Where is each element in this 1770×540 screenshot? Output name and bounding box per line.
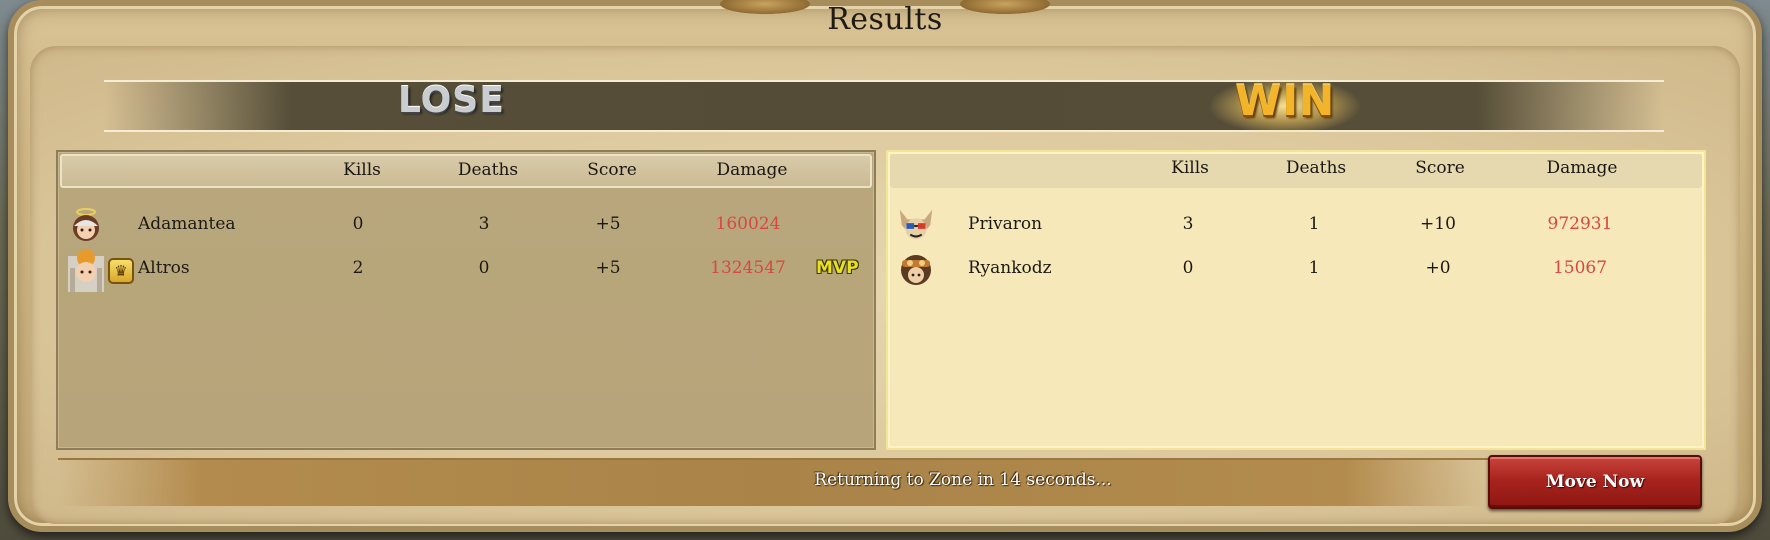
window-title: Results <box>827 2 943 37</box>
win-label: WIN <box>1235 76 1336 125</box>
team-result-banner <box>104 80 1664 132</box>
lose-label: LOSE <box>398 80 505 121</box>
player-avatar <box>896 250 936 290</box>
player-deaths: 3 <box>478 214 490 234</box>
player-score: +0 <box>1425 258 1451 278</box>
player-damage: 972931 <box>1547 214 1613 234</box>
losing-team-panel: Kills Deaths Score Damage Adamantea 0 3 … <box>56 150 876 450</box>
col-kills: Kills <box>1171 158 1209 178</box>
player-damage: 160024 <box>715 214 781 234</box>
player-deaths: 1 <box>1308 258 1320 278</box>
col-damage: Damage <box>1546 158 1618 178</box>
player-row[interactable]: ♛ Altros 2 0 +5 1324547 MVP <box>58 249 874 292</box>
player-avatar <box>896 206 936 246</box>
player-score: +10 <box>1420 214 1456 234</box>
player-deaths: 1 <box>1308 214 1320 234</box>
move-now-button[interactable]: Move Now <box>1488 455 1702 509</box>
losing-team-header: Kills Deaths Score Damage <box>60 154 872 188</box>
player-row[interactable]: Privaron 3 1 +10 972931 <box>888 206 1704 246</box>
mvp-badge: MVP <box>816 258 859 278</box>
player-kills: 2 <box>352 258 364 278</box>
return-countdown: Returning to Zone in 14 seconds... <box>814 470 1112 490</box>
player-kills: 0 <box>1182 258 1194 278</box>
col-score: Score <box>587 160 637 180</box>
col-score: Score <box>1415 158 1465 178</box>
player-damage: 15067 <box>1552 258 1608 278</box>
player-score: +5 <box>595 258 621 278</box>
footer-bar: Returning to Zone in 14 seconds... <box>58 458 1488 506</box>
player-deaths: 0 <box>478 258 490 278</box>
winning-team-header: Kills Deaths Score Damage <box>890 154 1702 188</box>
player-avatar <box>66 206 106 246</box>
col-damage: Damage <box>716 160 788 180</box>
player-row[interactable]: Adamantea 0 3 +5 160024 <box>58 206 874 246</box>
col-deaths: Deaths <box>457 160 519 180</box>
player-kills: 0 <box>352 214 364 234</box>
player-row[interactable]: Ryankodz 0 1 +0 15067 <box>888 250 1704 290</box>
crown-icon: ♛ <box>108 258 134 284</box>
col-deaths: Deaths <box>1285 158 1347 178</box>
player-damage: 1324547 <box>710 258 786 278</box>
player-avatar <box>66 249 106 292</box>
col-kills: Kills <box>343 160 381 180</box>
player-score: +5 <box>595 214 621 234</box>
player-kills: 3 <box>1182 214 1194 234</box>
winning-team-panel: Kills Deaths Score Damage Privaron 3 1 +… <box>886 150 1706 450</box>
